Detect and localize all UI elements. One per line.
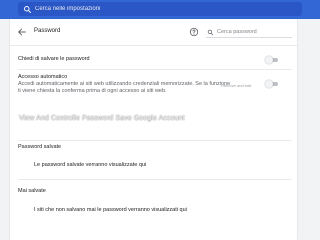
password-search-input[interactable]	[217, 29, 289, 35]
settings-search-input[interactable]	[35, 6, 295, 12]
never-saved-title: Mai salvate	[18, 188, 46, 194]
toggle-knob	[265, 80, 273, 88]
passwords-card: Password Chiedi di salvare le password A…	[10, 19, 297, 240]
divider	[18, 179, 292, 180]
search-icon	[206, 28, 215, 37]
top-toolbar	[0, 0, 320, 19]
toggle-knob	[265, 56, 273, 64]
settings-search-box[interactable]	[18, 2, 302, 16]
never-saved-empty: I siti che non salvano mai le password v…	[34, 207, 187, 213]
offer-save-label: Chiedi di salvare le password	[18, 56, 90, 62]
auto-signin-toggle[interactable]	[265, 80, 279, 88]
back-arrow-icon[interactable]	[16, 26, 28, 38]
auto-signin-desc-line1: Accedi automaticamente ai siti web utili…	[18, 81, 231, 87]
passwords-header: Password	[10, 19, 297, 46]
search-icon	[21, 3, 33, 15]
help-icon[interactable]	[188, 26, 200, 38]
watermark-text: View And Controlle Password Save Google …	[19, 115, 185, 122]
password-search-box[interactable]	[206, 27, 292, 38]
saved-passwords-empty: Le password salvate verranno visualizzat…	[34, 162, 147, 168]
offer-save-toggle[interactable]	[265, 56, 279, 64]
overlay-tag: Remove and edit	[221, 83, 252, 88]
page-title: Password	[34, 28, 61, 34]
divider	[18, 140, 292, 141]
auto-signin-desc-line2: ti viene chiesta la conferma prima di og…	[18, 88, 167, 94]
saved-passwords-title: Password salvate	[18, 144, 62, 150]
auto-signin-label: Accesso automatico	[18, 74, 68, 80]
divider	[18, 69, 292, 70]
